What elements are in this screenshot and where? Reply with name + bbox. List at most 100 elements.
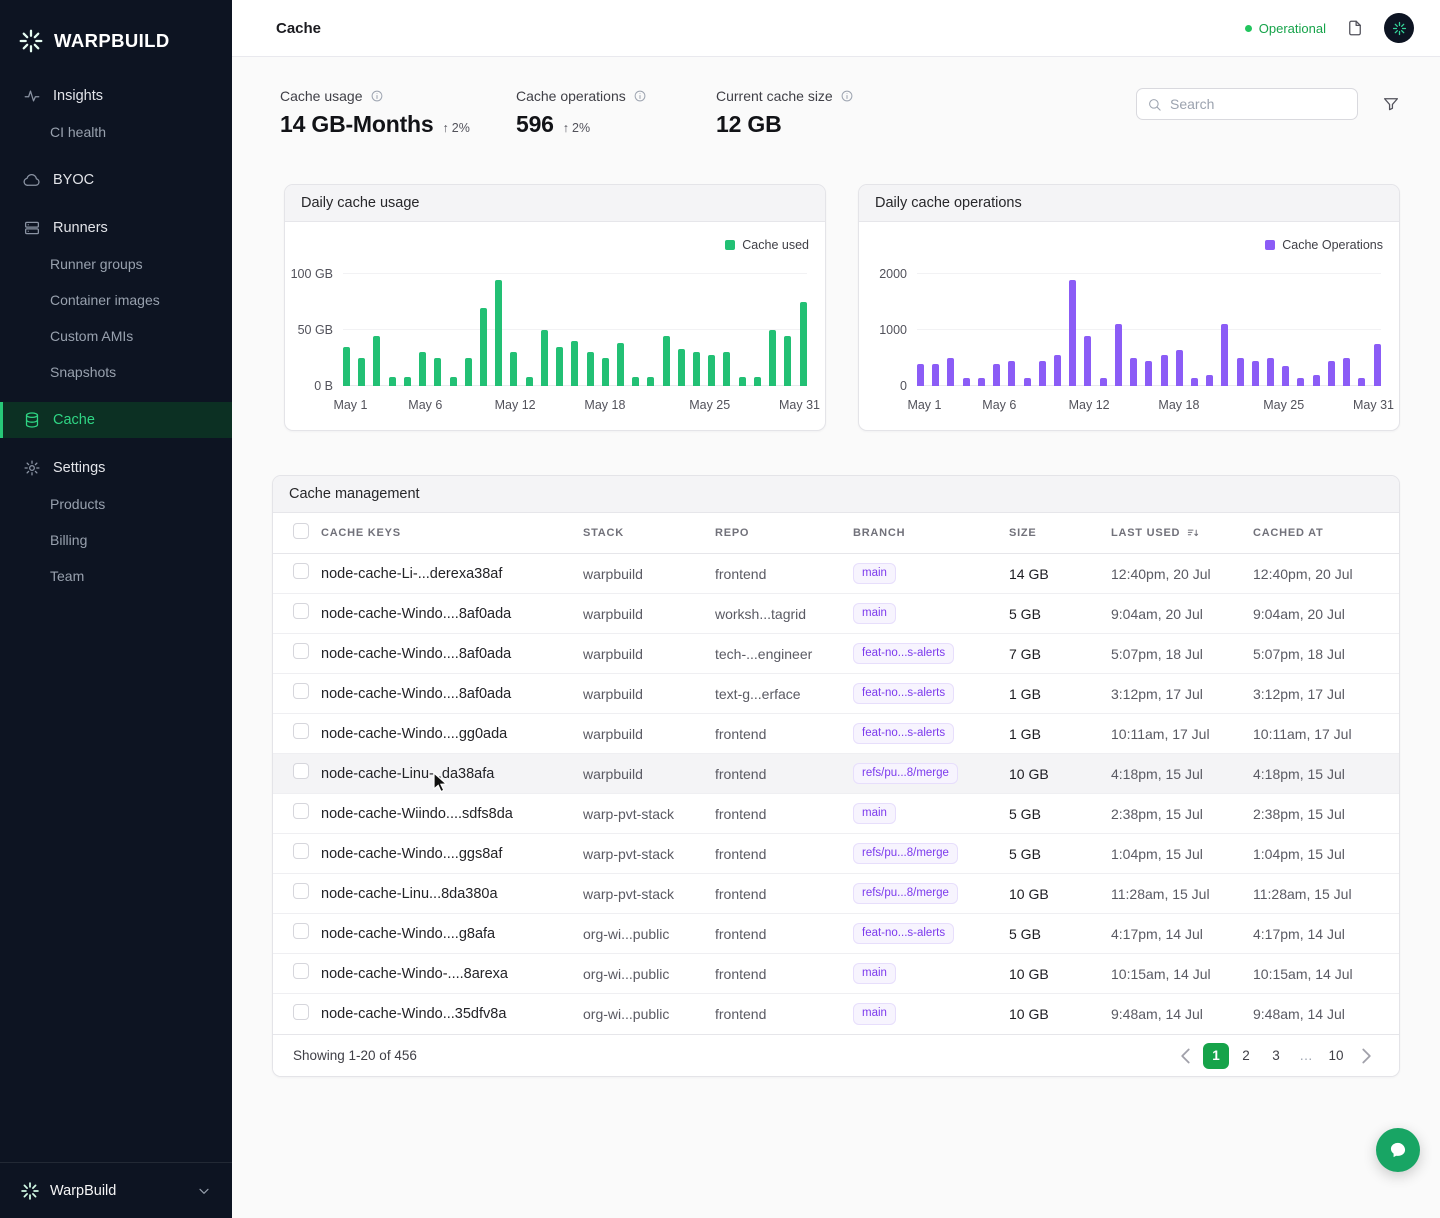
- bar-may-25: [1282, 366, 1289, 386]
- row-checkbox[interactable]: [293, 723, 309, 739]
- chevron-right-icon[interactable]: [1353, 1043, 1379, 1069]
- docs-icon[interactable]: [1346, 19, 1364, 37]
- column-header-cache-keys[interactable]: Cache keys: [321, 527, 583, 539]
- cache-key-cell: node-cache-Windo....8af0ada: [321, 646, 583, 662]
- bar-may-19: [617, 343, 624, 386]
- bar-may-1: [917, 364, 924, 386]
- row-checkbox[interactable]: [293, 843, 309, 859]
- repo-cell: text-g...erface: [715, 686, 853, 702]
- table-row[interactable]: node-cache-Windo....gg0adawarpbuildfront…: [273, 714, 1399, 754]
- table-row[interactable]: node-cache-Windo....8af0adawarpbuildtext…: [273, 674, 1399, 714]
- row-checkbox[interactable]: [293, 683, 309, 699]
- stack-cell: warpbuild: [583, 726, 715, 742]
- sidebar-subitem-billing[interactable]: Billing: [0, 522, 232, 558]
- x-axis-tick: May 6: [982, 398, 1016, 412]
- sort-icon[interactable]: [1186, 526, 1200, 540]
- row-checkbox[interactable]: [293, 883, 309, 899]
- cache-management-card: Cache management Cache keys Stack Repo B…: [272, 475, 1400, 1077]
- column-header-stack[interactable]: Stack: [583, 527, 715, 539]
- size-cell: 1 GB: [1009, 686, 1111, 702]
- workspace-switcher[interactable]: WarpBuild: [0, 1162, 232, 1218]
- row-checkbox[interactable]: [293, 603, 309, 619]
- bar-may-6: [419, 352, 426, 386]
- avatar[interactable]: [1384, 13, 1414, 43]
- select-all-checkbox[interactable]: [293, 523, 309, 539]
- sidebar-item-insights[interactable]: Insights: [0, 78, 232, 114]
- bar-may-15: [1130, 358, 1137, 386]
- bar-may-21: [1221, 324, 1228, 386]
- stat-value: 14 GB-Months: [280, 111, 434, 138]
- pagination-page-1[interactable]: 1: [1203, 1043, 1229, 1069]
- search-input[interactable]: [1170, 96, 1347, 112]
- row-checkbox[interactable]: [293, 763, 309, 779]
- stack-cell[interactable]: warp-pvt-stack: [583, 846, 715, 862]
- sidebar-subitem-runner-groups[interactable]: Runner groups: [0, 246, 232, 282]
- stack-cell[interactable]: org-wi...public: [583, 966, 715, 982]
- sidebar-subitem-container-images[interactable]: Container images: [0, 282, 232, 318]
- table-row[interactable]: node-cache-Windo....8af0adawarpbuildtech…: [273, 634, 1399, 674]
- row-checkbox[interactable]: [293, 803, 309, 819]
- row-checkbox[interactable]: [293, 963, 309, 979]
- column-header-branch[interactable]: Branch: [853, 527, 1009, 539]
- info-icon[interactable]: [840, 89, 854, 103]
- sidebar-subitem-custom-amis[interactable]: Custom AMIs: [0, 318, 232, 354]
- status-badge[interactable]: Operational: [1245, 21, 1326, 36]
- sidebar-item-runners[interactable]: Runners: [0, 210, 232, 246]
- info-icon[interactable]: [633, 89, 647, 103]
- cache-key-cell: node-cache-Linu...8da380a: [321, 886, 583, 902]
- filter-icon[interactable]: [1382, 95, 1400, 113]
- bar-may-7: [434, 358, 441, 386]
- sidebar-subitem-products[interactable]: Products: [0, 486, 232, 522]
- column-header-last-used[interactable]: Last used: [1111, 526, 1253, 540]
- table-row[interactable]: node-cache-Li-...derexa38afwarpbuildfron…: [273, 554, 1399, 594]
- bar-may-24: [1267, 358, 1274, 386]
- table-row[interactable]: node-cache-Windo....ggs8afwarp-pvt-stack…: [273, 834, 1399, 874]
- sidebar-subitem-team[interactable]: Team: [0, 558, 232, 594]
- sidebar-item-settings[interactable]: Settings: [0, 450, 232, 486]
- table-row[interactable]: node-cache-Windo-....8arexaorg-wi...publ…: [273, 954, 1399, 994]
- chat-button[interactable]: [1376, 1128, 1420, 1172]
- bar-may-6: [993, 364, 1000, 386]
- bar-may-2: [358, 358, 365, 386]
- cache-key-cell: node-cache-Windo-....8arexa: [321, 966, 583, 982]
- stack-cell[interactable]: org-wi...public: [583, 1006, 715, 1022]
- table-row[interactable]: node-cache-Windo....8af0adawarpbuildwork…: [273, 594, 1399, 634]
- sidebar-subitem-snapshots[interactable]: Snapshots: [0, 354, 232, 390]
- pagination-page-2[interactable]: 2: [1233, 1043, 1259, 1069]
- sidebar-item-byoc[interactable]: BYOC: [0, 162, 232, 198]
- stat-current-cache-size: Current cache size 12 GB: [716, 88, 854, 138]
- row-checkbox[interactable]: [293, 1004, 309, 1020]
- table-row[interactable]: node-cache-Linu...8da380awarp-pvt-stackf…: [273, 874, 1399, 914]
- chevron-left-icon[interactable]: [1173, 1043, 1199, 1069]
- bar-may-29: [769, 330, 776, 386]
- stack-cell[interactable]: warp-pvt-stack: [583, 806, 715, 822]
- row-checkbox[interactable]: [293, 643, 309, 659]
- cached-at-cell: 10:11am, 17 Jul: [1253, 726, 1379, 742]
- sidebar-item-cache[interactable]: Cache: [0, 402, 232, 438]
- bar-may-10: [1054, 355, 1061, 386]
- branch-badge: main: [853, 963, 896, 984]
- table-row[interactable]: node-cache-Linu-..da38afawarpbuildfronte…: [273, 754, 1399, 794]
- page-title: Cache: [276, 20, 321, 37]
- column-header-repo[interactable]: Repo: [715, 527, 853, 539]
- size-cell: 5 GB: [1009, 926, 1111, 942]
- x-axis-tick: May 18: [584, 398, 625, 412]
- stat-delta: ↑2%: [443, 121, 470, 135]
- table-row[interactable]: node-cache-Windo....g8afaorg-wi...public…: [273, 914, 1399, 954]
- sidebar-subitem-ci-health[interactable]: CI health: [0, 114, 232, 150]
- chart-bars: [343, 274, 807, 386]
- bar-may-23: [678, 349, 685, 386]
- bar-may-7: [1008, 361, 1015, 386]
- table-row[interactable]: node-cache-Windo...35dfv8aorg-wi...publi…: [273, 994, 1399, 1034]
- table-row[interactable]: node-cache-Wiindo....sdfs8dawarp-pvt-sta…: [273, 794, 1399, 834]
- column-header-cached-at[interactable]: Cached at: [1253, 527, 1379, 539]
- column-header-size[interactable]: Size: [1009, 527, 1111, 539]
- bar-may-19: [1191, 378, 1198, 386]
- pagination-page-3[interactable]: 3: [1263, 1043, 1289, 1069]
- pagination-page-10[interactable]: 10: [1323, 1043, 1349, 1069]
- info-icon[interactable]: [370, 89, 384, 103]
- stack-cell[interactable]: org-wi...public: [583, 926, 715, 942]
- row-checkbox[interactable]: [293, 923, 309, 939]
- row-checkbox[interactable]: [293, 563, 309, 579]
- stack-cell[interactable]: warp-pvt-stack: [583, 886, 715, 902]
